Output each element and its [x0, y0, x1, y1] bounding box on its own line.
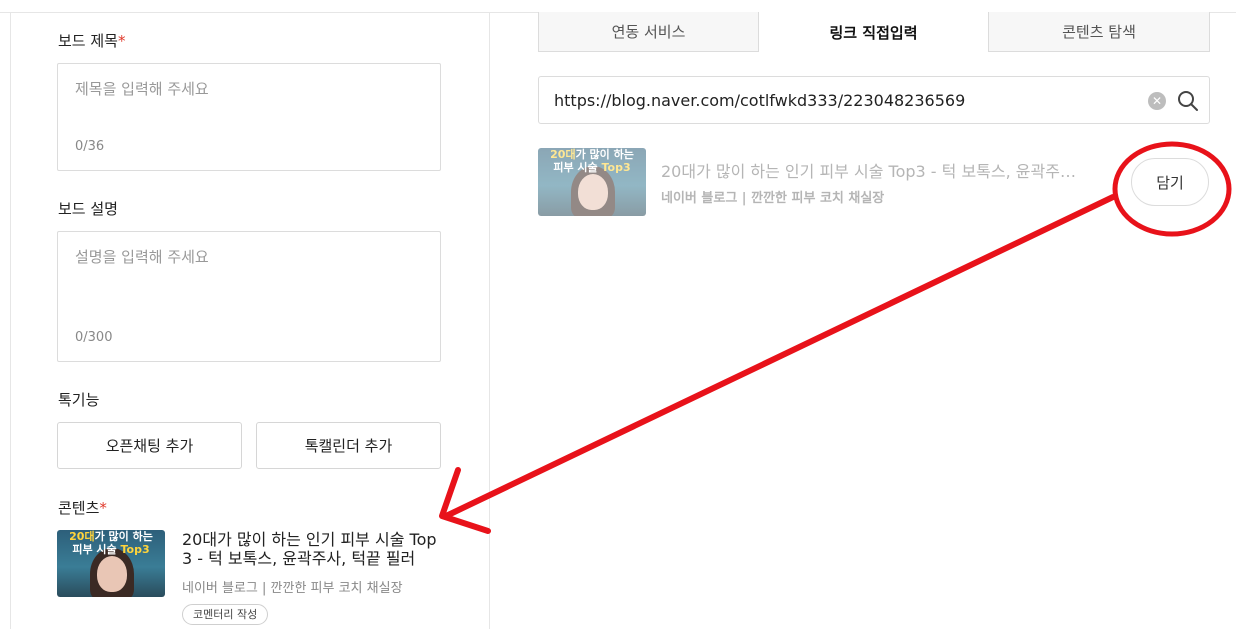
content-title[interactable]: 20대가 많이 하는 인기 피부 시술 Top 3 - 턱 보톡스, 윤곽주사,…: [182, 530, 447, 568]
required-mark: *: [99, 499, 107, 517]
thumbnail-caption-2: 피부 시술 Top3: [538, 161, 646, 174]
board-desc-char-count: 0/300: [75, 330, 113, 345]
source-tabs: 연동 서비스 링크 직접입력 콘텐츠 탐색: [538, 12, 1210, 52]
thumbnail-caption-1: 20대가 많이 하는: [538, 148, 646, 161]
annotation-arrow-head: [439, 467, 491, 534]
content-source: 네이버 블로그 | 깐깐한 피부 코치 채실장: [182, 581, 403, 596]
result-source: 네이버 블로그 | 깐깐한 피부 코치 채실장: [661, 191, 885, 206]
board-desc-label: 보드 설명: [58, 200, 118, 218]
search-icon[interactable]: [1177, 90, 1199, 112]
commentary-tag-button[interactable]: 코멘터리 작성: [182, 604, 269, 625]
result-thumbnail: 20대가 많이 하는 피부 시술 Top3: [538, 148, 646, 216]
thumbnail-caption-rest: 가 많이 하는: [94, 530, 153, 543]
thumbnail-face: [578, 174, 608, 210]
content-thumbnail[interactable]: 20대가 많이 하는 피부 시술 Top3: [57, 530, 165, 597]
left-border: [10, 12, 11, 629]
tab-content-explore[interactable]: 콘텐츠 탐색: [988, 12, 1210, 52]
board-desc-placeholder: 설명을 입력해 주세요: [75, 248, 209, 266]
contents-label: 콘텐츠*: [58, 497, 107, 518]
thumbnail-highlight: 20대: [550, 148, 576, 161]
thumbnail-caption-2b: Top3: [120, 543, 150, 556]
clear-icon[interactable]: ✕: [1148, 92, 1166, 110]
thumbnail-caption-2b: Top3: [601, 161, 631, 174]
link-input[interactable]: [554, 89, 1134, 111]
board-title-input[interactable]: 제목을 입력해 주세요 0/36: [57, 63, 441, 171]
tab-linked-services[interactable]: 연동 서비스: [538, 12, 759, 52]
thumbnail-caption-rest: 가 많이 하는: [575, 148, 634, 161]
thumbnail-face: [97, 556, 127, 592]
thumbnail-caption-2a: 피부 시술: [553, 161, 602, 174]
panel-divider: [489, 12, 490, 629]
tab-direct-link[interactable]: 링크 직접입력: [759, 12, 988, 52]
annotation-arrow-line: [443, 194, 1116, 519]
thumbnail-caption-1: 20대가 많이 하는: [57, 530, 165, 543]
board-title-placeholder: 제목을 입력해 주세요: [75, 80, 209, 98]
thumbnail-caption-2a: 피부 시술: [72, 543, 121, 556]
board-title-char-count: 0/36: [75, 139, 105, 154]
talk-features-label: 톡기능: [58, 391, 100, 409]
contents-label-text: 콘텐츠: [58, 499, 100, 517]
add-open-chat-button[interactable]: 오픈채팅 추가: [57, 422, 242, 469]
result-title: 20대가 많이 하는 인기 피부 시술 Top3 - 턱 보톡스, 윤곽주…: [661, 162, 1076, 181]
thumbnail-highlight: 20대: [69, 530, 95, 543]
board-desc-input[interactable]: 설명을 입력해 주세요 0/300: [57, 231, 441, 362]
required-mark: *: [117, 32, 126, 50]
add-talk-calendar-button[interactable]: 톡캘린더 추가: [256, 422, 441, 469]
thumbnail-caption-2: 피부 시술 Top3: [57, 543, 165, 556]
board-title-label: 보드 제목*: [58, 30, 125, 51]
link-search-box: ✕: [538, 76, 1210, 124]
board-title-label-text: 보드 제목: [58, 32, 118, 50]
add-content-button[interactable]: 담기: [1131, 158, 1209, 206]
